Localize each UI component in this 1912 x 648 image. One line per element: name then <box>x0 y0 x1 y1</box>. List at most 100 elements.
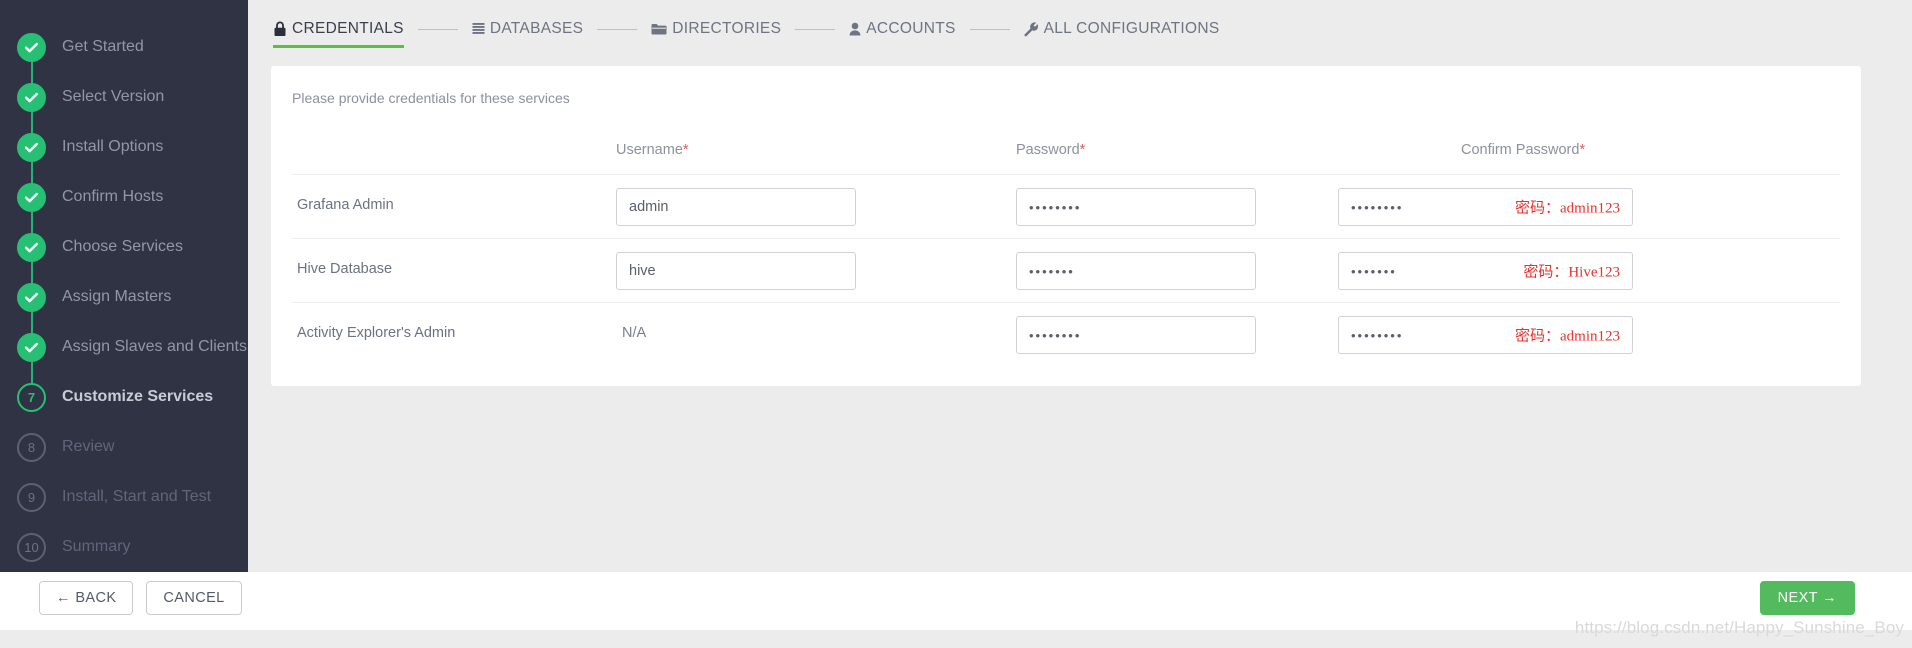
confirm-password-cell: ••••••• 密码：Hive123 <box>1338 252 1633 290</box>
check-icon <box>17 182 46 212</box>
step-number-badge: 7 <box>17 382 46 412</box>
service-name-label: Hive Database <box>297 261 393 277</box>
back-button[interactable]: ← BACK <box>39 581 134 615</box>
tab-directories[interactable]: DIRECTORIES <box>651 0 781 58</box>
next-button[interactable]: NEXT → <box>1759 581 1855 615</box>
sidebar-step-label: Assign Slaves and Clients <box>62 338 247 355</box>
sidebar-step-label: Get Started <box>62 38 144 55</box>
tab-label: DIRECTORIES <box>672 20 782 37</box>
tab-credentials[interactable]: CREDENTIALS <box>273 0 404 58</box>
sidebar-step-label: Select Version <box>62 88 165 105</box>
check-icon <box>17 232 46 262</box>
confirm-password-value: •••••••• <box>1351 327 1404 343</box>
password-annotation: 密码：admin123 <box>1515 200 1620 217</box>
sidebar-step-label: Choose Services <box>62 238 183 255</box>
sidebar-step-label: Install Options <box>62 138 164 155</box>
check-icon <box>17 82 46 112</box>
tab-separator <box>795 28 836 30</box>
confirm-password-input[interactable]: ••••••• 密码：Hive123 <box>1338 252 1633 290</box>
config-tab-bar: CREDENTIALS DATABASES DIRECTORIES ACCOUNTS A… <box>248 0 1912 58</box>
step-number-badge: 8 <box>17 432 46 462</box>
user-icon <box>849 22 861 36</box>
wrench-icon <box>1024 21 1039 37</box>
sidebar-step-confirm-hosts[interactable]: Confirm Hosts <box>0 172 248 222</box>
confirm-password-input[interactable]: •••••••• 密码：admin123 <box>1338 316 1633 354</box>
sidebar-step-install-options[interactable]: Install Options <box>0 122 248 172</box>
step-number-badge: 9 <box>17 482 46 512</box>
password-input[interactable]: ••••••• <box>1016 252 1256 290</box>
password-cell: •••••••• <box>1016 188 1256 226</box>
step-number-badge: 10 <box>17 532 46 562</box>
confirm-password-cell: •••••••• 密码：admin123 <box>1338 316 1633 354</box>
username-cell: admin <box>616 188 856 226</box>
password-annotation: 密码：admin123 <box>1515 328 1620 345</box>
confirm-password-input[interactable]: •••••••• 密码：admin123 <box>1338 188 1633 226</box>
tab-databases[interactable]: DATABASES <box>472 0 583 58</box>
credentials-card: Please provide credentials for these ser… <box>271 66 1861 386</box>
check-icon <box>17 132 46 162</box>
confirm-password-value: ••••••• <box>1351 263 1397 279</box>
tab-all-configurations[interactable]: ALL CONFIGURATIONS <box>1024 0 1220 58</box>
tab-separator <box>969 28 1010 30</box>
sidebar-step-label: Confirm Hosts <box>62 188 164 205</box>
username-input[interactable]: admin <box>616 188 856 226</box>
active-tab-underline <box>273 45 404 48</box>
tab-label: ALL CONFIGURATIONS <box>1043 20 1220 37</box>
sidebar-step-install-start-and-test: 9 Install, Start and Test <box>0 472 248 522</box>
required-asterisk: * <box>1579 142 1586 158</box>
database-icon <box>472 22 485 36</box>
sidebar-step-label: Summary <box>62 538 131 555</box>
sidebar-step-choose-services[interactable]: Choose Services <box>0 222 248 272</box>
wizard-footer: ← BACK CANCEL NEXT → <box>0 572 1912 630</box>
sidebar-step-customize-services[interactable]: 7 Customize Services <box>0 372 248 422</box>
wizard-sidebar: Get Started Select Version Install Options… <box>0 0 248 572</box>
password-cell: ••••••• <box>1016 252 1256 290</box>
tab-separator <box>597 28 638 30</box>
credentials-column-headers: Username* Password* Confirm Password* <box>271 142 1861 170</box>
ambari-customize-services-page: Get Started Select Version Install Options… <box>0 0 1912 648</box>
credentials-row: Activity Explorer's Admin N/A •••••••• ••••… <box>292 302 1840 366</box>
check-icon <box>17 332 46 362</box>
password-cell: •••••••• <box>1016 316 1256 354</box>
username-input[interactable]: hive <box>616 252 856 290</box>
sidebar-step-summary: 10 Summary <box>0 522 248 572</box>
sidebar-step-review: 8 Review <box>0 422 248 472</box>
sidebar-step-assign-masters[interactable]: Assign Masters <box>0 272 248 322</box>
folder-icon <box>651 22 667 36</box>
check-icon <box>17 32 46 62</box>
credentials-row: Grafana Admin admin •••••••• •••••••• 密码：adm… <box>292 174 1840 238</box>
tab-accounts[interactable]: ACCOUNTS <box>849 0 955 58</box>
main-content: CREDENTIALS DATABASES DIRECTORIES ACCOUNTS A… <box>248 0 1912 572</box>
sidebar-step-assign-slaves-and-clients[interactable]: Assign Slaves and Clients <box>0 322 248 372</box>
confirm-password-value: •••••••• <box>1351 199 1404 215</box>
cancel-button[interactable]: CANCEL <box>146 581 242 615</box>
bottom-strip <box>0 630 1912 648</box>
tab-label: DATABASES <box>489 20 584 37</box>
check-icon <box>17 282 46 312</box>
service-name-label: Grafana Admin <box>297 197 394 213</box>
password-annotation: 密码：Hive123 <box>1523 264 1620 281</box>
username-cell: hive <box>616 252 856 290</box>
tab-separator <box>417 28 458 30</box>
lock-icon <box>273 21 287 37</box>
sidebar-step-label: Customize Services <box>62 388 214 405</box>
password-input[interactable]: •••••••• <box>1016 316 1256 354</box>
password-input[interactable]: •••••••• <box>1016 188 1256 226</box>
required-asterisk: * <box>1079 142 1086 158</box>
required-asterisk: * <box>682 142 689 158</box>
sidebar-step-label: Assign Masters <box>62 288 172 305</box>
card-instruction-text: Please provide credentials for these ser… <box>292 90 570 106</box>
tab-label: ACCOUNTS <box>866 20 956 37</box>
sidebar-step-select-version[interactable]: Select Version <box>0 72 248 122</box>
confirm-password-cell: •••••••• 密码：admin123 <box>1338 188 1633 226</box>
sidebar-step-label: Review <box>62 438 115 455</box>
service-name-label: Activity Explorer's Admin <box>297 325 456 341</box>
column-header-password: Password* <box>1016 142 1086 158</box>
sidebar-step-get-started[interactable]: Get Started <box>0 22 248 72</box>
wizard-step-list: Get Started Select Version Install Options… <box>0 0 248 572</box>
tab-label: CREDENTIALS <box>292 20 404 37</box>
username-not-applicable: N/A <box>622 325 647 341</box>
sidebar-step-label: Install, Start and Test <box>62 488 212 505</box>
footer-left-buttons: ← BACK CANCEL <box>39 581 242 615</box>
credentials-row: Hive Database hive ••••••• ••••••• 密码：Hive12… <box>292 238 1840 302</box>
